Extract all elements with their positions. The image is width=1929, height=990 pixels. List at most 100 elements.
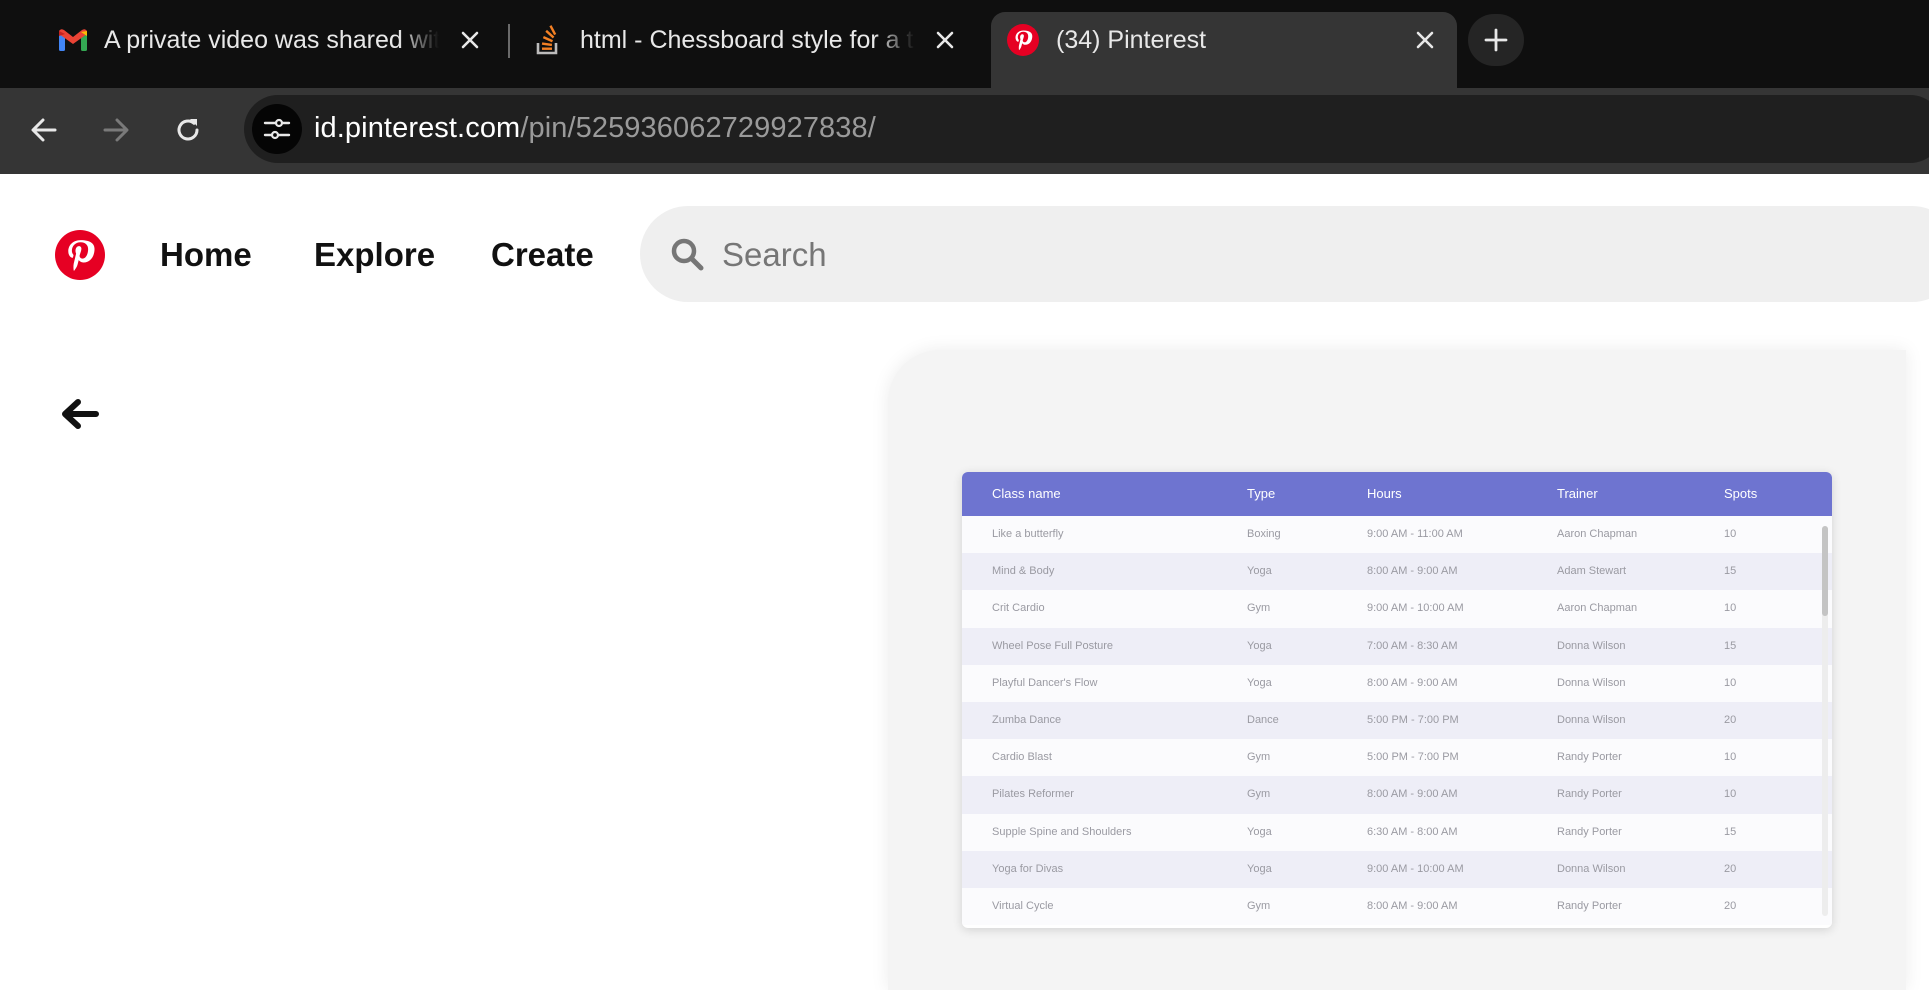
table-cell: 10 [1724,528,1737,540]
address-bar[interactable]: id.pinterest.com/pin/525936062729927838/ [244,95,1929,163]
table-cell: Playful Dancer's Flow [992,676,1098,689]
table-cell: Randy Porter [1557,788,1622,801]
table-row: Pilates Reformer Gym 8:00 AM - 9:00 AM Rand… [962,776,1832,814]
close-tab-icon[interactable] [1411,26,1439,54]
table-row: Zumba Dance Dance 5:00 PM - 7:00 PM Donna W… [962,701,1832,740]
table-cell: 8:00 AM - 9:00 AM [1367,788,1458,801]
column-header: Hours [1367,486,1402,501]
table-cell: Aaron Chapman [1557,528,1638,540]
forward-button[interactable] [96,110,136,150]
browser-tab-strip: A private video was shared with you html… [0,0,1929,88]
table-cell: Adam Stewart [1557,565,1627,578]
table-cell: 10 [1724,751,1737,764]
site-settings-button[interactable] [252,104,302,154]
table-cell: Gym [1247,751,1271,764]
back-button[interactable] [24,110,64,150]
table-cell: 5:00 PM - 7:00 PM [1367,713,1459,726]
pinterest-logo-icon [55,230,105,280]
table-scrollbar-thumb [1822,526,1828,616]
table-cell: 8:00 AM - 9:00 AM [1367,676,1458,689]
tab-title: html - Chessboard style for a table [580,26,915,54]
table-cell: Donna Wilson [1557,639,1626,652]
table-cell: Donna Wilson [1557,862,1626,875]
table-cell: 8:00 AM - 9:00 AM [1367,899,1458,912]
new-tab-button[interactable] [1468,14,1524,66]
table-cell: Gym [1247,602,1271,615]
search-bar[interactable] [640,206,1929,302]
table-cell: Wheel Pose Full Posture [992,639,1114,652]
table-cell: Yoga [1247,565,1272,578]
table-row: Playful Dancer's Flow Yoga 8:00 AM - 9:00 … [962,664,1832,702]
table-cell: Dance [1247,713,1279,726]
table-cell: 7:00 AM - 8:30 AM [1367,639,1458,652]
table-cell: 10 [1724,676,1737,689]
tab-gmail[interactable]: A private video was shared with you [40,12,502,68]
arrow-right-icon [103,118,129,142]
table-row: Mind & Body Yoga 8:00 AM - 9:00 AM Adam Ste… [962,553,1832,591]
table-cell: 5:00 PM - 7:00 PM [1367,751,1459,764]
tune-icon [263,118,291,140]
table-row: Cardio Blast Gym 5:00 PM - 7:00 PM Randy Po… [962,739,1832,777]
table-cell: Crit Cardio [992,602,1045,615]
table-cell: 9:00 AM - 11:00 AM [1367,528,1463,540]
column-header: Spots [1724,486,1758,501]
nav-explore[interactable]: Explore [314,236,435,274]
table-row: Wheel Pose Full Posture Yoga 7:00 AM - 8:3… [962,627,1832,665]
table-cell: Virtual Cycle [992,899,1054,912]
tab-separator [508,24,510,58]
arrow-left-icon [62,399,99,429]
table-cell: 20 [1724,862,1737,875]
table-cell: Gym [1247,899,1271,912]
search-icon [671,238,704,271]
table-cell: 8:00 AM - 9:00 AM [1367,565,1458,578]
table-cell: Boxing [1247,528,1281,540]
class-schedule-table: Class name Type Hours Trainer Spots Like… [962,472,1832,928]
table-cell: Yoga [1247,639,1272,652]
tab-stackoverflow[interactable]: html - Chessboard style for a table [515,12,977,68]
table-cell: Like a butterfly [992,528,1064,540]
tab-title: (34) Pinterest [1056,26,1207,54]
url-text[interactable]: id.pinterest.com/pin/525936062729927838/ [314,112,876,145]
url-host: id.pinterest.com [314,112,521,144]
tab-pinterest[interactable]: (34) Pinterest [991,12,1457,88]
url-path: /pin/525936062729927838/ [520,112,876,144]
table-cell: Pilates Reformer [992,788,1074,801]
nav-home[interactable]: Home [160,236,252,274]
column-header: Type [1247,486,1276,501]
table-cell: 9:00 AM - 10:00 AM [1367,602,1464,615]
pinterest-icon [1007,24,1039,63]
table-cell: 20 [1724,899,1737,912]
table-cell: 15 [1724,565,1737,578]
table-cell: 15 [1724,825,1737,838]
table-cell: Mind & Body [992,565,1055,578]
table-row: Supple Spine and Shoulders Yoga 6:30 AM - … [962,813,1832,851]
nav-create[interactable]: Create [491,236,594,274]
table-cell: Yoga [1247,862,1272,875]
close-tab-icon[interactable] [931,26,959,54]
stackoverflow-icon [535,25,561,62]
search-input[interactable] [720,228,1624,282]
gmail-icon [58,28,88,59]
table-cell: 9:00 AM - 10:00 AM [1367,862,1464,875]
table-row: Virtual Cycle Gym 8:00 AM - 9:00 AM Randy P… [962,887,1832,926]
table-cell: Zumba Dance [992,713,1062,726]
table-cell: 20 [1724,713,1737,726]
plus-icon [1484,28,1508,52]
table-cell: 6:30 AM - 8:00 AM [1367,825,1458,838]
table-body: Like a butterfly Boxing 9:00 AM - 11:00 AM… [962,516,1832,926]
table-cell: Donna Wilson [1557,713,1626,726]
table-row: Yoga for Divas Yoga 9:00 AM - 10:00 AM Donn… [962,850,1832,888]
tab-title: A private video was shared with you [104,26,439,54]
reload-icon [177,119,199,141]
table-cell: Yoga [1247,676,1272,689]
reload-button[interactable] [168,110,208,150]
arrow-left-icon [31,118,57,142]
table-cell: 10 [1724,602,1737,615]
table-cell: Donna Wilson [1557,676,1626,689]
table-cell: Cardio Blast [992,751,1052,764]
close-tab-icon[interactable] [456,26,484,54]
column-header: Class name [992,486,1061,501]
pin-image[interactable]: Class name Type Hours Trainer Spots Like… [888,350,1906,990]
table-row: Like a butterfly Boxing 9:00 AM - 11:00 AM… [962,516,1832,554]
back-to-feed-button[interactable] [58,392,102,436]
